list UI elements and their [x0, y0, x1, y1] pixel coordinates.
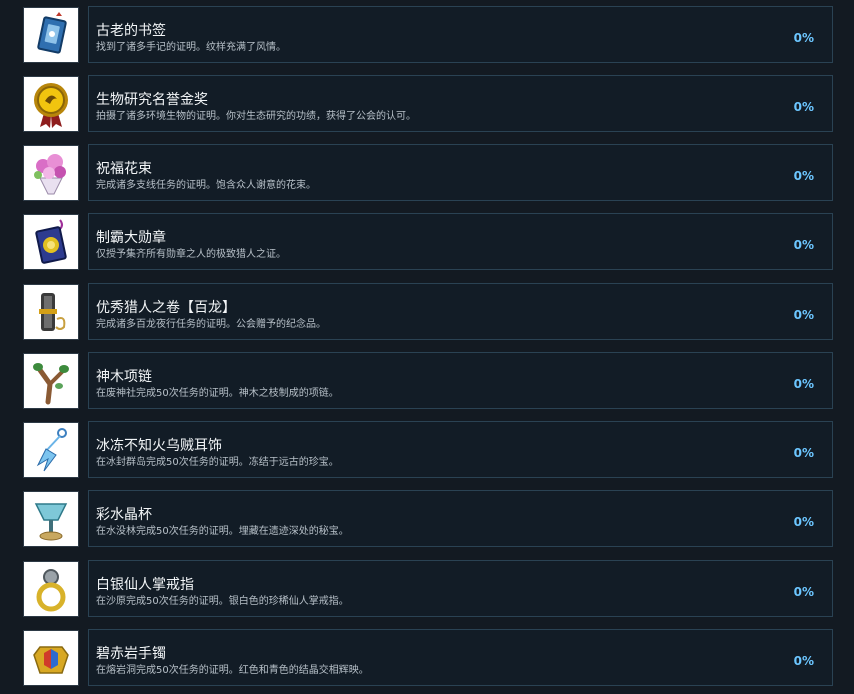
- achievement-row[interactable]: 生物研究名誉金奖 拍摄了诸多环境生物的证明。你对生态研究的功绩，获得了公会的认可…: [0, 75, 854, 135]
- achievement-row[interactable]: 优秀猎人之卷【百龙】 完成诸多百龙夜行任务的证明。公会赠予的纪念品。 0%: [0, 283, 854, 343]
- achievement-description: 完成诸多百龙夜行任务的证明。公会赠予的纪念品。: [96, 319, 326, 330]
- achievement-list: 古老的书签 找到了诸多手记的证明。纹样充满了风情。 0% 生物研究名誉金奖 拍摄…: [0, 0, 854, 694]
- achievement-row[interactable]: 祝福花束 完成诸多支线任务的证明。饱含众人谢意的花束。 0%: [0, 144, 854, 204]
- achievement-percent: 0%: [793, 31, 814, 45]
- bracelet-icon: [23, 630, 79, 686]
- achievement-description: 拍摄了诸多环境生物的证明。你对生态研究的功绩，获得了公会的认可。: [96, 111, 416, 122]
- achievement-card: 祝福花束 完成诸多支线任务的证明。饱含众人谢意的花束。 0%: [88, 144, 833, 201]
- achievement-card: 冰冻不知火乌贼耳饰 在冰封群岛完成50次任务的证明。冻结于远古的珍宝。 0%: [88, 421, 833, 478]
- achievement-card: 神木项链 在废神社完成50次任务的证明。神木之枝制成的项链。 0%: [88, 352, 833, 409]
- achievement-percent: 0%: [793, 654, 814, 668]
- achievement-percent: 0%: [793, 238, 814, 252]
- achievement-title: 优秀猎人之卷【百龙】: [96, 300, 236, 316]
- bouquet-icon: [23, 145, 79, 201]
- achievement-card: 优秀猎人之卷【百龙】 完成诸多百龙夜行任务的证明。公会赠予的纪念品。 0%: [88, 283, 833, 340]
- achievement-row[interactable]: 古老的书签 找到了诸多手记的证明。纹样充满了风情。 0%: [0, 6, 854, 66]
- achievement-card: 彩水晶杯 在水没林完成50次任务的证明。埋藏在遗迹深处的秘宝。 0%: [88, 490, 833, 547]
- achievement-card: 制霸大勋章 仅授予集齐所有勋章之人的极致猎人之证。 0%: [88, 213, 833, 270]
- achievement-percent: 0%: [793, 446, 814, 460]
- achievement-title: 古老的书签: [96, 23, 166, 39]
- achievement-title: 制霸大勋章: [96, 230, 166, 246]
- grand-medal-icon: [23, 214, 79, 270]
- silver-ring-icon: [23, 561, 79, 617]
- achievement-row[interactable]: 碧赤岩手镯 在熔岩洞完成50次任务的证明。红色和青色的结晶交相辉映。 0%: [0, 629, 854, 689]
- branch-necklace-icon: [23, 353, 79, 409]
- achievement-card: 古老的书签 找到了诸多手记的证明。纹样充满了风情。 0%: [88, 6, 833, 63]
- achievement-description: 仅授予集齐所有勋章之人的极致猎人之证。: [96, 249, 286, 260]
- achievement-description: 找到了诸多手记的证明。纹样充满了风情。: [96, 42, 286, 53]
- achievement-row[interactable]: 白银仙人掌戒指 在沙原完成50次任务的证明。银白色的珍稀仙人掌戒指。 0%: [0, 560, 854, 620]
- achievement-title: 祝福花束: [96, 161, 152, 177]
- achievement-description: 完成诸多支线任务的证明。饱含众人谢意的花束。: [96, 180, 316, 191]
- achievement-title: 冰冻不知火乌贼耳饰: [96, 438, 222, 454]
- bookmark-icon: [23, 7, 79, 63]
- achievement-percent: 0%: [793, 100, 814, 114]
- achievement-title: 神木项链: [96, 369, 152, 385]
- gold-medal-icon: [23, 76, 79, 132]
- achievement-percent: 0%: [793, 308, 814, 322]
- achievement-description: 在熔岩洞完成50次任务的证明。红色和青色的结晶交相辉映。: [96, 665, 369, 676]
- scroll-icon: [23, 284, 79, 340]
- achievement-percent: 0%: [793, 515, 814, 529]
- achievement-title: 彩水晶杯: [96, 507, 152, 523]
- achievement-row[interactable]: 神木项链 在废神社完成50次任务的证明。神木之枝制成的项链。 0%: [0, 352, 854, 412]
- achievement-description: 在冰封群岛完成50次任务的证明。冻结于远古的珍宝。: [96, 457, 339, 468]
- achievement-title: 碧赤岩手镯: [96, 646, 166, 662]
- achievement-percent: 0%: [793, 585, 814, 599]
- achievement-description: 在废神社完成50次任务的证明。神木之枝制成的项链。: [96, 388, 339, 399]
- achievement-row[interactable]: 冰冻不知火乌贼耳饰 在冰封群岛完成50次任务的证明。冻结于远古的珍宝。 0%: [0, 421, 854, 481]
- achievement-description: 在水没林完成50次任务的证明。埋藏在遗迹深处的秘宝。: [96, 526, 349, 537]
- achievement-row[interactable]: 制霸大勋章 仅授予集齐所有勋章之人的极致猎人之证。 0%: [0, 213, 854, 273]
- achievement-percent: 0%: [793, 169, 814, 183]
- achievement-percent: 0%: [793, 377, 814, 391]
- achievement-card: 碧赤岩手镯 在熔岩洞完成50次任务的证明。红色和青色的结晶交相辉映。 0%: [88, 629, 833, 686]
- achievement-description: 在沙原完成50次任务的证明。银白色的珍稀仙人掌戒指。: [96, 596, 349, 607]
- achievement-title: 白银仙人掌戒指: [96, 577, 194, 593]
- crystal-cup-icon: [23, 491, 79, 547]
- achievement-card: 白银仙人掌戒指 在沙原完成50次任务的证明。银白色的珍稀仙人掌戒指。 0%: [88, 560, 833, 617]
- ice-earring-icon: [23, 422, 79, 478]
- achievement-card: 生物研究名誉金奖 拍摄了诸多环境生物的证明。你对生态研究的功绩，获得了公会的认可…: [88, 75, 833, 132]
- achievement-row[interactable]: 彩水晶杯 在水没林完成50次任务的证明。埋藏在遗迹深处的秘宝。 0%: [0, 490, 854, 550]
- achievement-title: 生物研究名誉金奖: [96, 92, 208, 108]
